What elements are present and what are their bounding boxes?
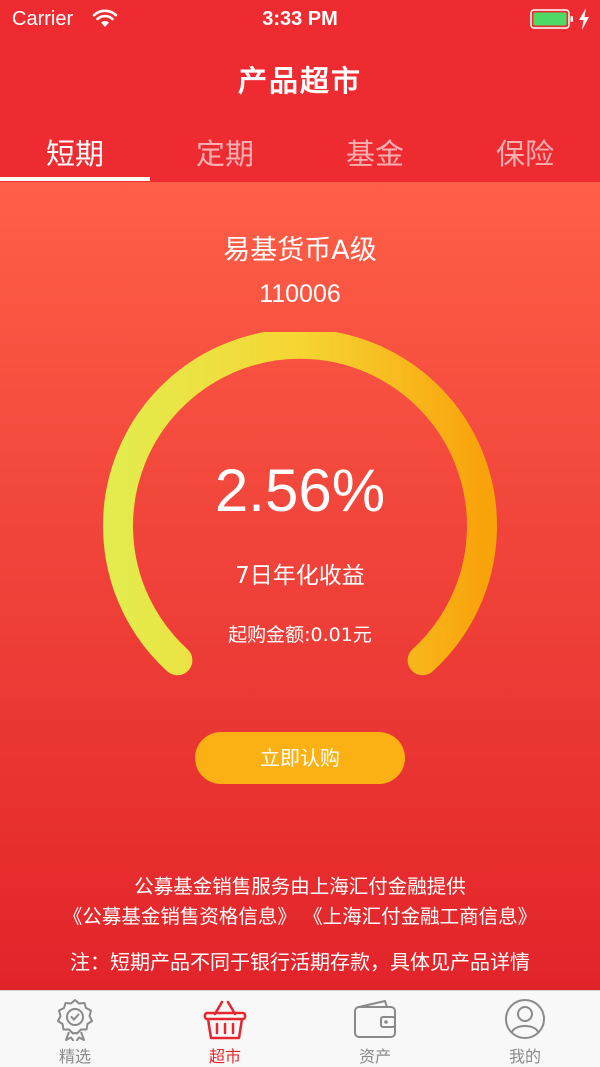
fund-name: 易基货币A级 — [223, 235, 377, 266]
app-screen: Carrier 3:33 PM 产品超市 短期 定期 基金 保险 易基货币A级 … — [0, 0, 600, 1067]
fund-sales-qualification-link[interactable]: 《公募基金销售资格信息》 — [63, 902, 297, 932]
tabbar-label-mine: 我的 — [508, 1047, 541, 1066]
seven-day-yield-value: 2.56% — [214, 457, 386, 524]
status-bar: Carrier 3:33 PM — [0, 0, 600, 40]
page-title: 产品超市 — [237, 64, 362, 98]
tab-funds[interactable]: 基金 — [300, 125, 450, 182]
tabbar-label-featured: 精选 — [58, 1047, 91, 1066]
user-icon — [505, 999, 545, 1039]
tabbar-item-mine[interactable]: 我的 — [450, 991, 600, 1067]
business-registration-link[interactable]: 《上海汇付金融工商信息》 — [303, 902, 537, 932]
subscribe-button[interactable]: 立即认购 — [195, 732, 405, 784]
tab-short-term[interactable]: 短期 — [0, 125, 150, 182]
tabbar-label-market: 超市 — [208, 1047, 241, 1066]
clock: 3:33 PM — [262, 8, 338, 30]
tabbar-item-market[interactable]: 超市 — [150, 991, 300, 1067]
tab-fixed-term[interactable]: 定期 — [150, 125, 300, 182]
basket-icon — [203, 1000, 247, 1040]
category-tabs: 短期 定期 基金 保险 — [0, 125, 600, 182]
minimum-purchase-amount: 起购金额:0.01元 — [228, 624, 372, 646]
wallet-icon — [354, 1000, 396, 1038]
tabbar-item-assets[interactable]: 资产 — [300, 991, 450, 1067]
battery-icon — [530, 9, 573, 29]
tabbar-item-featured[interactable]: 精选 — [0, 991, 150, 1067]
seven-day-yield-label: 7日年化收益 — [235, 563, 365, 589]
disclaimer-text: 公募基金销售服务由上海汇付金融提供 — [134, 875, 466, 898]
disclaimer: 公募基金销售服务由上海汇付金融提供 《公募基金销售资格信息》 《上海汇付金融工商… — [0, 872, 600, 932]
tabbar-label-assets: 资产 — [358, 1047, 391, 1066]
tab-insurance[interactable]: 保险 — [450, 125, 600, 182]
risk-note: 注：短期产品不同于银行活期存款，具体见产品详情 — [70, 950, 530, 974]
fund-code: 110006 — [259, 280, 341, 308]
bottom-tab-bar: 精选 超市 资产 我的 — [0, 990, 600, 1067]
badge-icon — [57, 999, 93, 1041]
charging-bolt-icon — [579, 8, 589, 30]
